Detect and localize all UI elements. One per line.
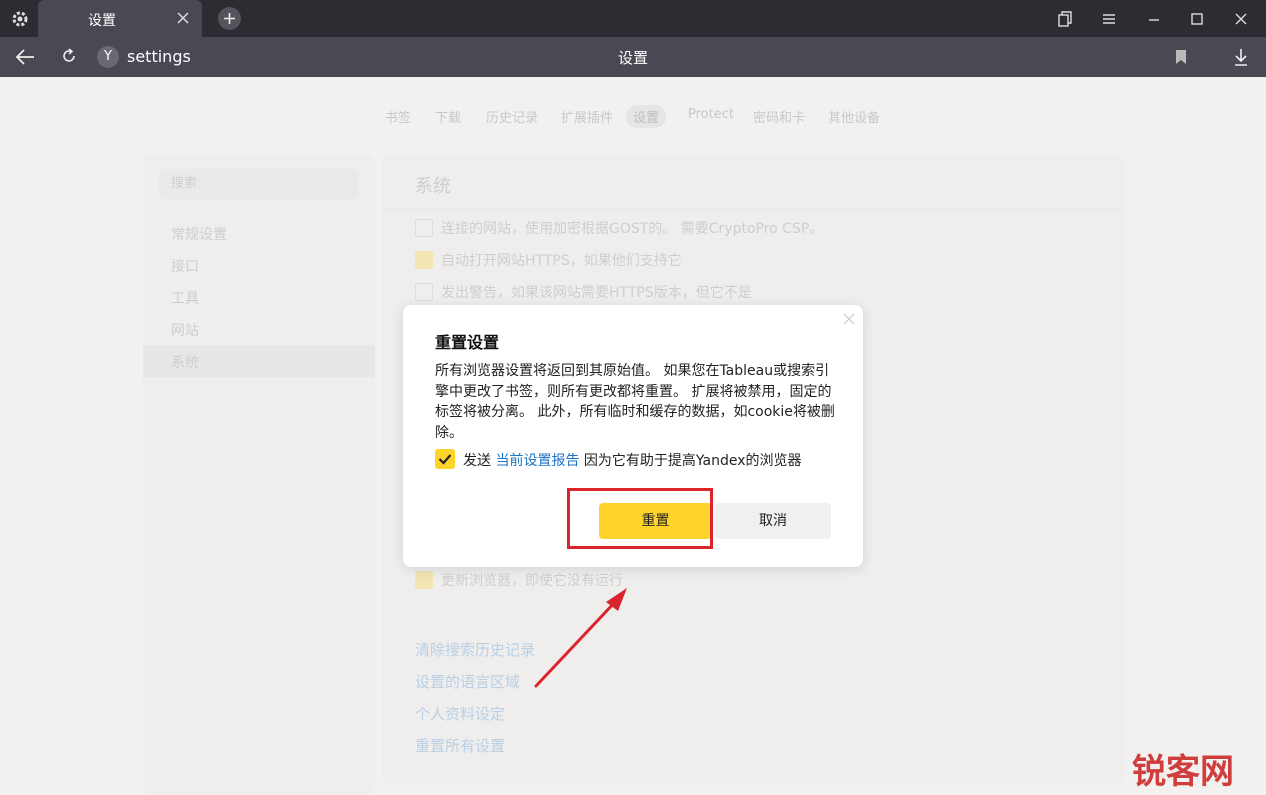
option-label: 自动打开网站HTTPS，如果他们支持它	[441, 253, 682, 269]
option-https-auto[interactable]: 自动打开网站HTTPS，如果他们支持它	[415, 250, 682, 270]
option-https-warning[interactable]: 发出警告，如果该网站需要HTTPS版本，但它不是	[415, 282, 752, 302]
title-bar: 设置	[0, 0, 1266, 37]
download-icon[interactable]	[1232, 47, 1250, 67]
link-clear-search-history[interactable]: 清除搜索历史记录	[415, 639, 535, 660]
close-icon[interactable]	[843, 313, 855, 325]
dialog-body: 所有浏览器设置将返回到其原始值。 如果您在Tableau或搜索引擎中更改了书签，…	[435, 363, 835, 441]
plus-icon	[224, 13, 235, 24]
cancel-button[interactable]: 取消	[715, 503, 831, 539]
nav-downloads[interactable]: 下载	[435, 107, 461, 126]
option-label: 发出警告，如果该网站需要HTTPS版本，但它不是	[441, 285, 752, 301]
send-report-suffix: 因为它有助于提高Yandex的浏览器	[583, 453, 802, 469]
link-language-region[interactable]: 设置的语言区域	[415, 671, 520, 692]
annotation-highlight-box	[567, 488, 713, 549]
checkbox[interactable]	[415, 251, 433, 269]
gear-icon[interactable]	[10, 9, 30, 29]
send-report-label: 发送 当前设置报告 因为它有助于提高Yandex的浏览器	[463, 450, 802, 470]
nav-bookmarks[interactable]: 书签	[385, 107, 411, 126]
search-input[interactable]: 搜索	[159, 169, 359, 199]
menu-icon[interactable]	[1100, 10, 1118, 28]
sidebar-item-tools[interactable]: 工具	[171, 288, 199, 308]
current-settings-report-link[interactable]: 当前设置报告	[495, 453, 579, 469]
section-title: 系统	[415, 176, 451, 197]
dialog-title: 重置设置	[435, 333, 500, 352]
sidebar-item-general[interactable]: 常规设置	[171, 224, 227, 244]
link-reset-all-settings[interactable]: 重置所有设置	[415, 735, 505, 756]
sidebar-item-system[interactable]: 系统	[171, 352, 199, 372]
send-report-checkbox[interactable]	[435, 449, 455, 469]
option-gost[interactable]: 连接的网站，使用加密根据GOST的。 需要CryptoPro CSP。	[415, 218, 823, 238]
sidebar-item-sites[interactable]: 网站	[171, 320, 199, 340]
checkbox[interactable]	[415, 283, 433, 301]
checkbox[interactable]	[415, 219, 433, 237]
send-report-prefix: 发送	[463, 453, 491, 469]
new-tab-button[interactable]	[218, 7, 241, 30]
nav-passwords[interactable]: 密码和卡	[753, 107, 805, 126]
settings-sidebar: 搜索 常规设置 接口 工具 网站 系统	[143, 154, 375, 794]
tab-settings[interactable]: 设置	[38, 0, 202, 37]
nav-extensions[interactable]: 扩展插件	[561, 107, 613, 126]
annotation-arrow-icon	[534, 588, 627, 688]
nav-settings[interactable]: 设置	[626, 105, 667, 128]
maximize-icon[interactable]	[1188, 10, 1206, 28]
close-window-icon[interactable]	[1232, 10, 1250, 28]
page-title: 设置	[617, 49, 648, 67]
settings-nav: 书签 下载 历史记录 扩展插件 设置 Protect 密码和卡 其他设备	[0, 105, 1266, 129]
checkbox[interactable]	[415, 571, 433, 589]
svg-text:锐客网: 锐客网	[1132, 752, 1234, 791]
tabs-icon[interactable]	[1056, 10, 1074, 28]
bookmark-icon[interactable]	[1173, 48, 1189, 66]
watermark-logo: 锐客网	[1132, 752, 1234, 791]
nav-other-devices[interactable]: 其他设备	[828, 107, 880, 126]
nav-history[interactable]: 历史记录	[486, 107, 538, 126]
minimize-icon[interactable]	[1145, 10, 1163, 28]
nav-protect[interactable]: Protect	[688, 107, 734, 122]
tab-title: 设置	[88, 13, 116, 29]
close-icon[interactable]	[176, 11, 190, 25]
checkmark-icon	[438, 454, 452, 465]
sidebar-item-interface[interactable]: 接口	[171, 256, 199, 276]
option-label: 连接的网站，使用加密根据GOST的。 需要CryptoPro CSP。	[441, 221, 824, 237]
divider	[382, 209, 1124, 210]
link-profile-settings[interactable]: 个人资料设定	[415, 703, 505, 724]
address-bar: Y settings 设置	[0, 37, 1266, 77]
